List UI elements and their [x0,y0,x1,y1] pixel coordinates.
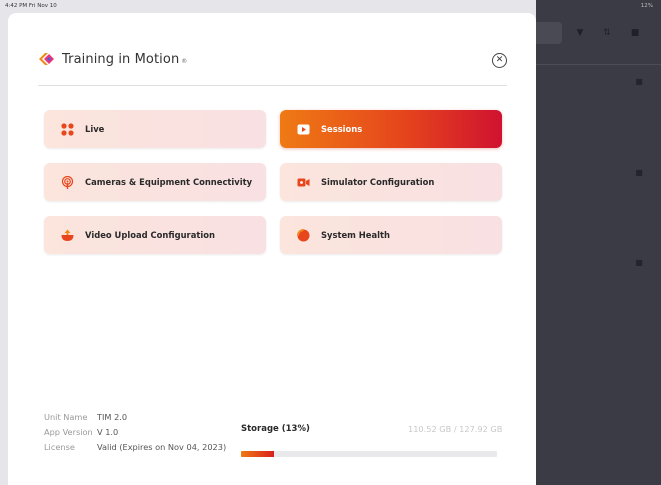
unit-name-label: Unit Name [44,412,88,422]
registered-mark: ® [181,57,188,65]
storage-label: Storage (13%) [241,424,310,434]
license-row: License Valid (Expires on Nov 04, 2023) [44,442,226,452]
menu-tile-label: Sessions [321,124,363,134]
brand-name: Training in Motion [62,51,180,67]
play-icon [296,122,310,136]
filter-icon: ▼ [576,28,584,38]
menu-tile-label: Cameras & Equipment Connectivity [85,177,253,187]
menu-tile-label: Video Upload Configuration [85,230,215,240]
header-divider [38,85,507,86]
health-icon [296,228,310,242]
menu-tile-cameras[interactable]: Cameras & Equipment Connectivity [44,163,266,201]
trash-icon: ■ [635,258,643,267]
brand: Training in Motion ® [38,51,187,67]
menu-tile-label: System Health [321,230,390,240]
settings-modal: Training in Motion ® ✕ Live Sessions Cam… [8,13,536,485]
unit-name-value: TIM 2.0 [97,412,128,422]
battery-indicator: 12% [640,3,653,9]
menu-tile-video-upload[interactable]: Video Upload Configuration [44,216,266,254]
upload-icon [60,228,74,242]
license-label: License [44,442,75,452]
video-camera-icon [296,175,310,189]
signal-icon [60,175,74,189]
edit-icon: ■ [630,28,640,38]
app-version-label: App Version [44,427,93,437]
app-version-value: V 1.0 [97,427,119,437]
background-search-field [536,22,562,44]
close-button[interactable]: ✕ [492,53,507,68]
menu-tile-simulator[interactable]: Simulator Configuration [280,163,502,201]
storage-progress-bar [241,451,497,457]
trash-icon: ■ [635,77,643,86]
background-app: ▼ ⇅ ■ ■ ■ ■ [536,0,661,485]
menu-tile-label: Simulator Configuration [321,177,435,187]
trash-icon: ■ [635,168,643,177]
logo-icon [39,53,54,65]
menu-tile-live[interactable]: Live [44,110,266,148]
storage-value: 110.52 GB / 127.92 GB [408,424,503,434]
grid-dots-icon [60,122,74,136]
unit-name-row: Unit Name TIM 2.0 [44,412,127,422]
menu-tile-label: Live [85,124,105,134]
status-time: 4:42 PM Fri Nov 10 [5,3,57,9]
background-divider [536,64,661,65]
menu-tile-system-health[interactable]: System Health [280,216,502,254]
status-bar: 4:42 PM Fri Nov 10 12% [0,0,661,14]
menu-tile-sessions[interactable]: Sessions [280,110,502,148]
storage-progress-fill [241,451,275,457]
app-version-row: App Version V 1.0 [44,427,118,437]
sort-icon: ⇅ [603,28,611,38]
license-value: Valid (Expires on Nov 04, 2023) [97,442,227,452]
close-icon: ✕ [495,55,504,65]
